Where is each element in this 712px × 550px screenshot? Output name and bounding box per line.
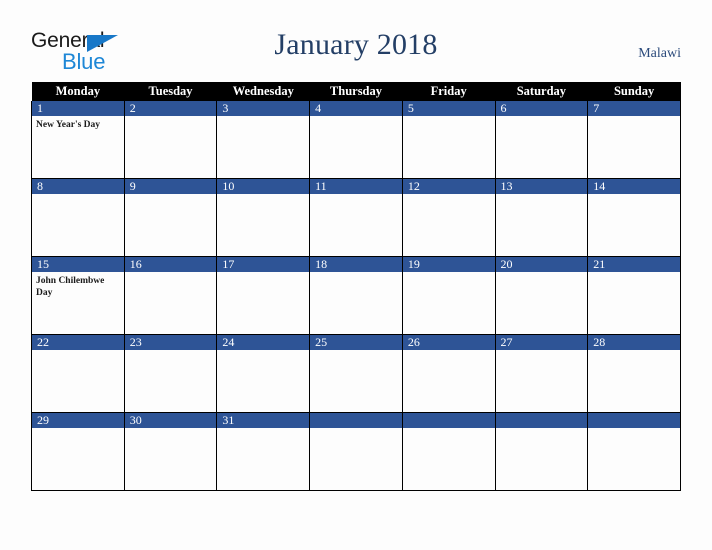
calendar-day-number	[402, 413, 495, 428]
calendar-day-cell[interactable]: 28	[587, 334, 681, 413]
calendar-day-number: 17	[217, 257, 310, 272]
calendar-day-cell[interactable]	[587, 412, 681, 491]
weekday-header-sunday: Sunday	[587, 82, 681, 101]
calendar-day-number	[588, 413, 680, 428]
calendar-day-number: 1	[32, 101, 124, 116]
calendar-day-number: 7	[588, 101, 680, 116]
calendar-week-row: 15 John Chilembwe Day 16 17 18 19 20 21	[31, 256, 681, 335]
calendar-day-number: 22	[32, 335, 124, 350]
calendar-day-number: 15	[32, 257, 124, 272]
calendar-day-cell[interactable]: 31	[216, 412, 311, 491]
calendar-day-number: 8	[32, 179, 124, 194]
calendar-day-cell[interactable]: 21	[587, 256, 681, 335]
calendar-day-number: 26	[402, 335, 495, 350]
calendar-day-number: 12	[402, 179, 495, 194]
weekday-header-tuesday: Tuesday	[124, 82, 217, 101]
calendar-week-row: 22 23 24 25 26 27 28	[31, 334, 681, 413]
weekday-header-friday: Friday	[402, 82, 496, 101]
calendar-day-number: 24	[217, 335, 310, 350]
calendar-day-number: 25	[310, 335, 402, 350]
calendar-day-cell[interactable]: 27	[494, 334, 589, 413]
weekday-header-thursday: Thursday	[309, 82, 403, 101]
calendar-day-cell[interactable]: 29	[31, 412, 125, 491]
calendar-day-cell[interactable]: 23	[123, 334, 218, 413]
weekday-header-row: Monday Tuesday Wednesday Thursday Friday…	[31, 82, 681, 101]
calendar-day-cell[interactable]: 4	[309, 101, 403, 179]
calendar-day-cell[interactable]: 16	[123, 256, 218, 335]
calendar-day-number: 5	[402, 101, 495, 116]
page-title: January 2018	[274, 28, 438, 61]
calendar-day-cell[interactable]: 1 New Year's Day	[31, 101, 125, 179]
calendar-day-number	[310, 413, 402, 428]
calendar-page: General Blue January 2018 Malawi Monday …	[0, 0, 712, 550]
calendar-day-cell[interactable]: 24	[216, 334, 311, 413]
calendar-day-cell[interactable]: 30	[123, 412, 218, 491]
calendar-day-number: 20	[495, 257, 588, 272]
calendar-day-number: 4	[310, 101, 402, 116]
calendar-day-cell[interactable]: 10	[216, 178, 311, 257]
page-header: General Blue January 2018 Malawi	[0, 0, 712, 82]
calendar-day-cell[interactable]: 8	[31, 178, 125, 257]
calendar-day-number: 13	[495, 179, 588, 194]
calendar-day-cell[interactable]: 15 John Chilembwe Day	[31, 256, 125, 335]
calendar-day-cell[interactable]: 12	[401, 178, 496, 257]
calendar-day-number: 2	[124, 101, 217, 116]
calendar-day-cell[interactable]: 20	[494, 256, 589, 335]
calendar-day-cell[interactable]: 2	[123, 101, 218, 179]
calendar-day-cell[interactable]	[309, 412, 403, 491]
calendar-day-number: 6	[495, 101, 588, 116]
calendar-week-row: 1 New Year's Day 2 3 4 5 6 7	[31, 101, 681, 179]
calendar-day-cell[interactable]	[494, 412, 589, 491]
weekday-header-monday: Monday	[31, 82, 125, 101]
calendar-day-number: 14	[588, 179, 680, 194]
calendar-week-row: 8 9 10 11 12 13 14	[31, 178, 681, 257]
calendar-day-cell[interactable]: 26	[401, 334, 496, 413]
calendar-day-number: 27	[495, 335, 588, 350]
calendar-day-cell[interactable]: 17	[216, 256, 311, 335]
calendar-day-number	[495, 413, 588, 428]
calendar-day-number: 28	[588, 335, 680, 350]
calendar-day-number: 10	[217, 179, 310, 194]
calendar-day-cell[interactable]: 19	[401, 256, 496, 335]
calendar-event-label: New Year's Day	[36, 120, 101, 130]
country-label: Malawi	[638, 46, 681, 61]
calendar-day-number: 11	[310, 179, 402, 194]
calendar-day-cell[interactable]: 18	[309, 256, 403, 335]
calendar-day-number: 30	[124, 413, 217, 428]
calendar-day-number: 21	[588, 257, 680, 272]
calendar-week-row: 29 30 31	[31, 412, 681, 491]
calendar-day-cell[interactable]: 7	[587, 101, 681, 179]
calendar-day-cell[interactable]: 13	[494, 178, 589, 257]
calendar-day-number: 29	[32, 413, 124, 428]
weekday-header-wednesday: Wednesday	[216, 82, 310, 101]
weekday-header-saturday: Saturday	[495, 82, 588, 101]
calendar-day-number: 3	[217, 101, 310, 116]
calendar-day-number: 23	[124, 335, 217, 350]
calendar-event-label: John Chilembwe Day	[36, 276, 105, 298]
calendar-day-cell[interactable]: 14	[587, 178, 681, 257]
calendar-body: 1 New Year's Day 2 3 4 5 6 7 8 9 10 11 12 13 14 15 John …	[31, 101, 681, 491]
calendar-day-cell[interactable]: 6	[494, 101, 589, 179]
calendar-table: Monday Tuesday Wednesday Thursday Friday…	[31, 82, 681, 491]
calendar-day-number: 9	[124, 179, 217, 194]
calendar-day-cell[interactable]: 11	[309, 178, 403, 257]
calendar-day-cell[interactable]: 9	[123, 178, 218, 257]
calendar-day-cell[interactable]: 5	[401, 101, 496, 179]
calendar-day-cell[interactable]: 3	[216, 101, 311, 179]
calendar-day-cell[interactable]: 25	[309, 334, 403, 413]
calendar-day-cell[interactable]	[401, 412, 496, 491]
calendar-day-number: 31	[217, 413, 310, 428]
calendar-day-cell[interactable]: 22	[31, 334, 125, 413]
calendar-day-number: 16	[124, 257, 217, 272]
calendar-day-number: 19	[402, 257, 495, 272]
calendar-day-number: 18	[310, 257, 402, 272]
